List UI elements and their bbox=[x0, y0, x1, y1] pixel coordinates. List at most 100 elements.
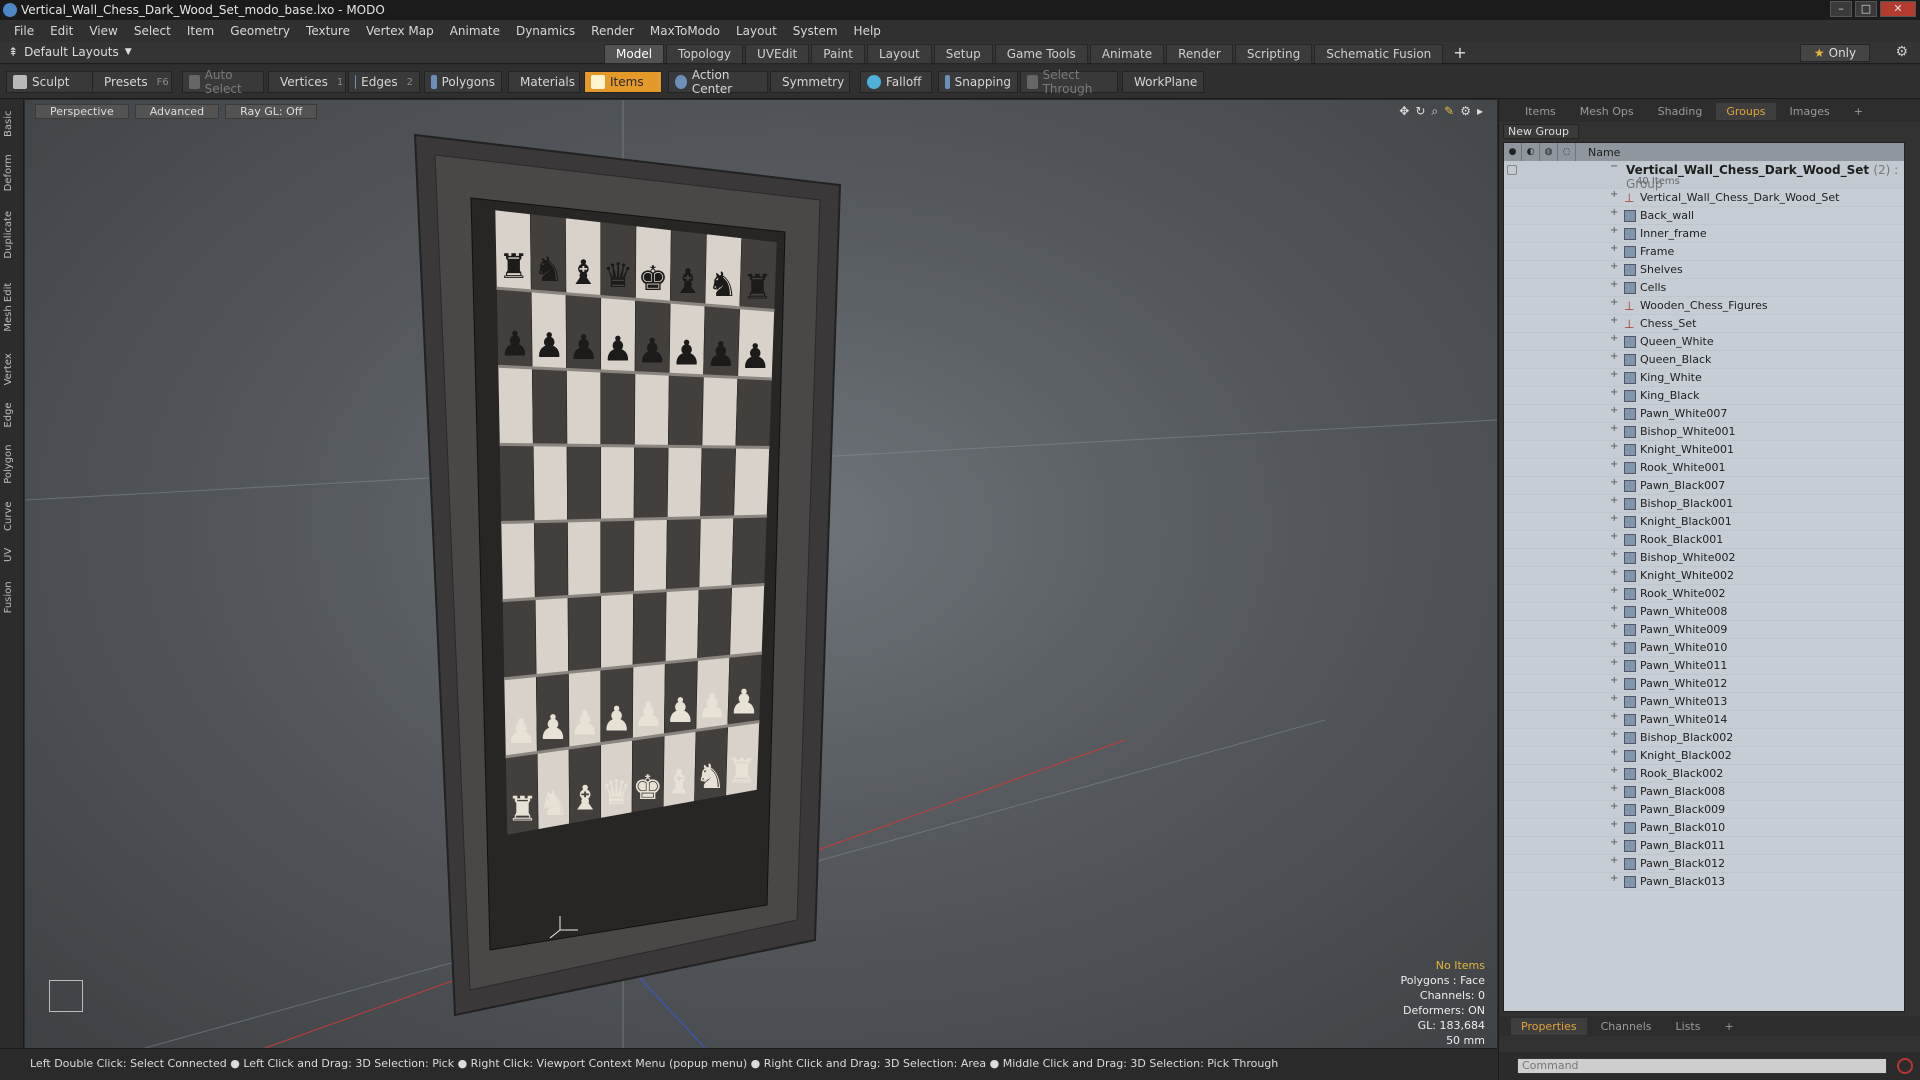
visibility-toggle[interactable] bbox=[1507, 165, 1517, 175]
zoom-icon[interactable]: ⌕ bbox=[1431, 104, 1438, 119]
tab-uvedit[interactable]: UVEdit bbox=[745, 44, 810, 64]
list-item[interactable]: + Knight_White001 bbox=[1504, 441, 1904, 459]
rotate-icon[interactable]: ↻ bbox=[1415, 104, 1425, 119]
tab-setup[interactable]: Setup bbox=[933, 44, 993, 64]
tab-game-tools[interactable]: Game Tools bbox=[994, 44, 1088, 64]
white-pawn-icon[interactable]: ♟ bbox=[506, 712, 536, 752]
black-piece-icon[interactable]: ♜ bbox=[498, 247, 528, 287]
menu-item-file[interactable]: File bbox=[6, 24, 42, 38]
list-item[interactable]: + Back_wall bbox=[1504, 207, 1904, 225]
list-item[interactable]: + ⊥ Vertical_Wall_Chess_Dark_Wood_Set bbox=[1504, 189, 1904, 207]
menu-item-layout[interactable]: Layout bbox=[728, 24, 785, 38]
left-tab-uv[interactable]: UV bbox=[3, 542, 19, 568]
black-pawn-icon[interactable]: ♟ bbox=[500, 324, 530, 364]
edges-button[interactable]: Edges 2 bbox=[348, 71, 420, 93]
list-item[interactable]: + Shelves bbox=[1504, 261, 1904, 279]
tab-paint[interactable]: Paint bbox=[811, 44, 865, 64]
white-pawn-icon[interactable]: ♟ bbox=[601, 699, 631, 739]
tab-animate[interactable]: Animate bbox=[1089, 44, 1165, 64]
white-pawn-icon[interactable]: ♟ bbox=[665, 691, 695, 731]
left-tab-mesh-edit[interactable]: Mesh Edit bbox=[3, 274, 19, 340]
new-group-button[interactable]: New Group bbox=[1503, 124, 1579, 139]
add-tab-icon[interactable]: + bbox=[1844, 103, 1873, 120]
add-tab-icon[interactable]: + bbox=[1445, 44, 1474, 64]
left-tab-duplicate[interactable]: Duplicate bbox=[3, 202, 19, 268]
tab-topology[interactable]: Topology bbox=[666, 44, 744, 64]
items-button[interactable]: Items bbox=[584, 71, 662, 93]
auto-select-button[interactable]: Auto Select bbox=[182, 68, 264, 96]
sculpt-button[interactable]: Sculpt bbox=[6, 71, 94, 93]
black-pawn-icon[interactable]: ♟ bbox=[671, 333, 701, 373]
menu-item-maxtomodo[interactable]: MaxToModo bbox=[642, 24, 728, 38]
white-piece-icon[interactable]: ♛ bbox=[601, 773, 631, 813]
right-tab-images[interactable]: Images bbox=[1780, 103, 1840, 120]
eye-icon[interactable]: ● bbox=[1504, 143, 1522, 161]
command-status-icon[interactable] bbox=[1897, 1058, 1913, 1074]
left-tab-fusion[interactable]: Fusion bbox=[3, 574, 19, 620]
white-pawn-icon[interactable]: ♟ bbox=[697, 687, 727, 727]
black-piece-icon[interactable]: ♝ bbox=[673, 262, 703, 302]
right-tab-shading[interactable]: Shading bbox=[1648, 103, 1713, 120]
orientation-cube-icon[interactable] bbox=[49, 980, 83, 1012]
white-pawn-icon[interactable]: ♟ bbox=[570, 704, 600, 744]
lock-icon[interactable]: ◍ bbox=[1540, 143, 1558, 161]
black-pawn-icon[interactable]: ♟ bbox=[637, 332, 667, 372]
white-piece-icon[interactable]: ♜ bbox=[726, 751, 756, 791]
black-pawn-icon[interactable]: ♟ bbox=[740, 337, 770, 377]
left-tab-vertex[interactable]: Vertex bbox=[3, 346, 19, 392]
menu-item-edit[interactable]: Edit bbox=[42, 24, 81, 38]
list-item[interactable]: + Bishop_Black001 bbox=[1504, 495, 1904, 513]
menu-item-view[interactable]: View bbox=[81, 24, 125, 38]
left-tab-deform[interactable]: Deform bbox=[3, 150, 19, 196]
black-pawn-icon[interactable]: ♟ bbox=[706, 335, 736, 375]
white-piece-icon[interactable]: ♞ bbox=[539, 784, 569, 824]
command-input[interactable]: Command bbox=[1517, 1058, 1887, 1074]
list-item[interactable]: + Pawn_Black013 bbox=[1504, 873, 1904, 891]
maximize-button[interactable]: □ bbox=[1855, 1, 1877, 17]
white-pawn-icon[interactable]: ♟ bbox=[633, 695, 663, 735]
add-tab-icon[interactable]: + bbox=[1714, 1018, 1743, 1035]
falloff-button[interactable]: Falloff bbox=[860, 71, 932, 93]
select-through-button[interactable]: Select Through bbox=[1020, 68, 1118, 96]
group-row[interactable]: − Vertical_Wall_Chess_Dark_Wood_Set (2) … bbox=[1504, 161, 1904, 191]
render-icon[interactable]: ◐ bbox=[1522, 143, 1540, 161]
list-item[interactable]: + Pawn_Black008 bbox=[1504, 783, 1904, 801]
bottom-tab-channels[interactable]: Channels bbox=[1591, 1018, 1662, 1035]
bottom-tab-lists[interactable]: Lists bbox=[1666, 1018, 1711, 1035]
list-item[interactable]: + Rook_White001 bbox=[1504, 459, 1904, 477]
black-piece-icon[interactable]: ♝ bbox=[568, 253, 598, 293]
presets-button[interactable]: Presets F6 bbox=[92, 71, 172, 93]
menu-item-animate[interactable]: Animate bbox=[442, 24, 508, 38]
list-item[interactable]: + Bishop_White002 bbox=[1504, 549, 1904, 567]
list-item[interactable]: + Knight_White002 bbox=[1504, 567, 1904, 585]
layout-selector[interactable]: ⇞ Default Layouts ▼ bbox=[8, 45, 132, 59]
polygons-button[interactable]: Polygons bbox=[424, 71, 502, 93]
list-item[interactable]: + Knight_Black002 bbox=[1504, 747, 1904, 765]
symmetry-button[interactable]: Symmetry bbox=[770, 71, 850, 93]
tab-layout[interactable]: Layout bbox=[866, 44, 932, 64]
tab-schematic-fusion[interactable]: Schematic Fusion bbox=[1314, 44, 1444, 64]
3d-viewport[interactable]: ♜ ♟ ♟ ♜ ♞ ♟ ♟ ♞ ♝ ♟ ♟ ♝ ♛ ♟ ♟ ♛ ♚ ♟ ♟ ♚ ♝ ♟ ♟ ♝ ♞ ♟ ♟ ♞ ♜ ♟ ♟ ♜ Perspec… bbox=[25, 100, 1497, 1048]
pan-icon[interactable]: ✥ bbox=[1399, 104, 1409, 119]
list-item[interactable]: + Queen_Black bbox=[1504, 351, 1904, 369]
list-item[interactable]: + Frame bbox=[1504, 243, 1904, 261]
list-item[interactable]: + Inner_frame bbox=[1504, 225, 1904, 243]
black-pawn-icon[interactable]: ♟ bbox=[568, 328, 598, 368]
list-item[interactable]: + Knight_Black001 bbox=[1504, 513, 1904, 531]
white-piece-icon[interactable]: ♜ bbox=[507, 790, 537, 830]
materials-button[interactable]: Materials bbox=[508, 71, 580, 93]
black-pawn-icon[interactable]: ♟ bbox=[534, 326, 564, 366]
black-piece-icon[interactable]: ♞ bbox=[533, 250, 563, 290]
menu-item-texture[interactable]: Texture bbox=[298, 24, 358, 38]
close-button[interactable]: ✕ bbox=[1880, 1, 1916, 17]
snapping-button[interactable]: Snapping bbox=[938, 71, 1018, 93]
gear-icon[interactable]: ⚙ bbox=[1895, 44, 1908, 60]
right-tab-mesh-ops[interactable]: Mesh Ops bbox=[1570, 103, 1644, 120]
menu-item-item[interactable]: Item bbox=[179, 24, 222, 38]
list-item[interactable]: + Pawn_White013 bbox=[1504, 693, 1904, 711]
list-item[interactable]: + King_White bbox=[1504, 369, 1904, 387]
collapse-icon[interactable]: − bbox=[1610, 161, 1618, 172]
list-item[interactable]: + Pawn_White009 bbox=[1504, 621, 1904, 639]
white-pawn-icon[interactable]: ♟ bbox=[729, 682, 759, 722]
list-item[interactable]: + Cells bbox=[1504, 279, 1904, 297]
